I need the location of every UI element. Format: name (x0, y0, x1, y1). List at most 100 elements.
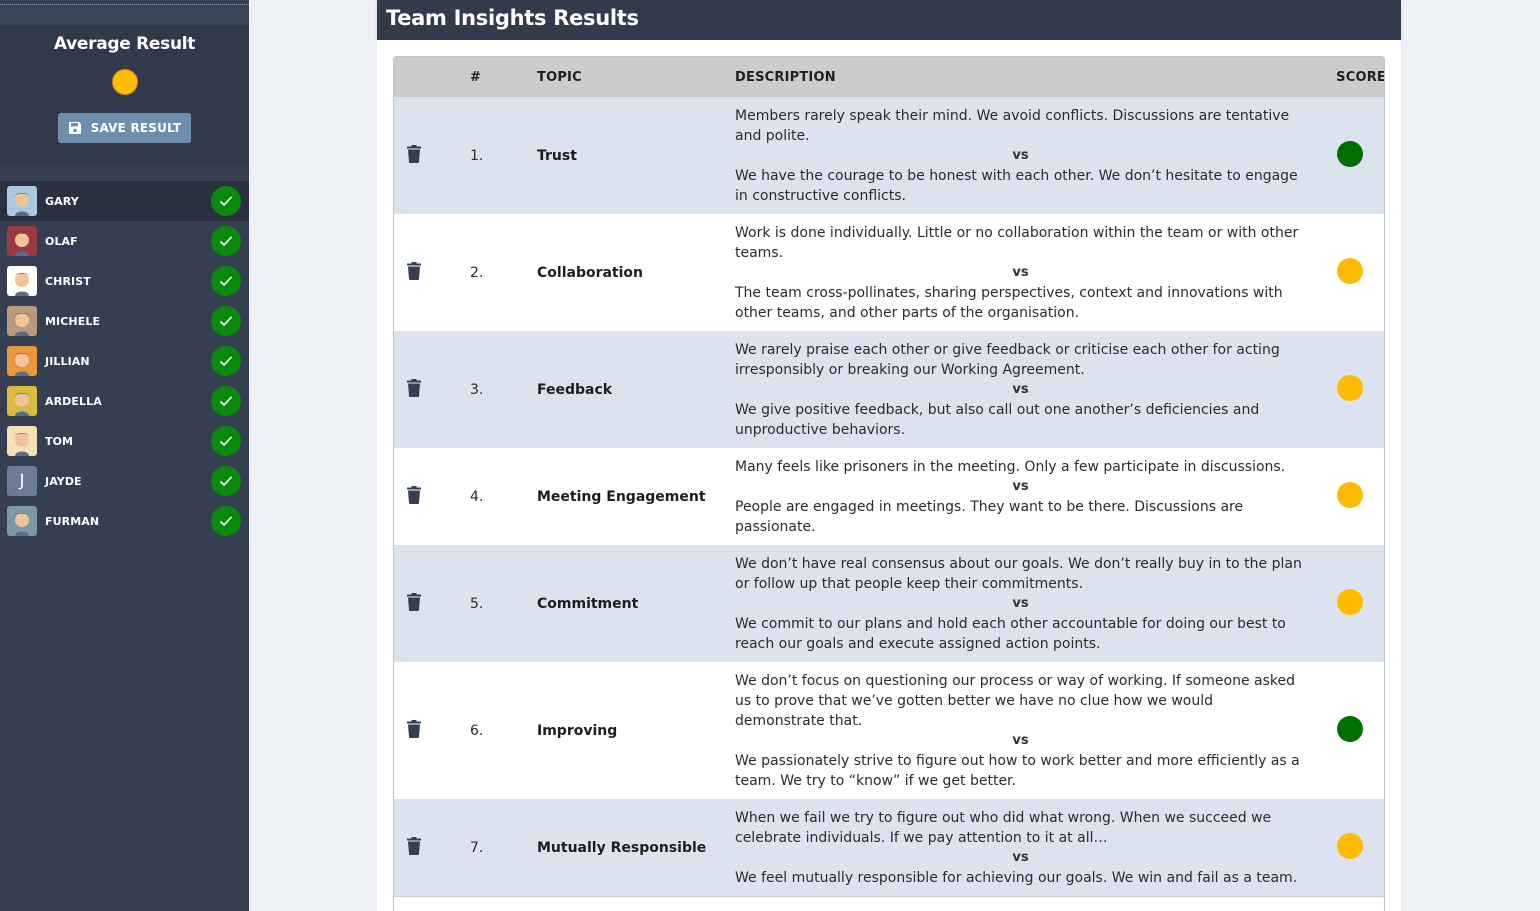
average-result-title: Average Result (53, 34, 196, 54)
partial-row-cell (394, 897, 1384, 911)
score-cell (1314, 799, 1384, 897)
description-positive: We passionately strive to figure out how… (735, 753, 1300, 789)
actions-cell (394, 97, 470, 214)
check-icon (211, 426, 241, 456)
user-name: JAYDE (45, 474, 82, 488)
row-number: 3. (470, 381, 484, 398)
user-item-christ[interactable]: CHRIST (0, 261, 249, 301)
actions-cell (394, 545, 470, 662)
description-positive: The team cross-pollinates, sharing persp… (735, 285, 1283, 321)
user-item-ardella[interactable]: ARDELLA (0, 381, 249, 421)
user-item-jayde[interactable]: J JAYDE (0, 461, 249, 501)
check-icon (211, 226, 241, 256)
description-positive: People are engaged in meetings. They wan… (735, 499, 1244, 535)
user-item-furman[interactable]: FURMAN (0, 501, 249, 541)
table-row: 5. Commitment We don’t have real consensus… (394, 545, 1384, 662)
check-icon (211, 306, 241, 336)
page-title: Team Insights Results (386, 6, 639, 30)
score-header-label: SCORE (1336, 69, 1385, 85)
user-avatar-icon (7, 226, 37, 256)
row-description: Members rarely speak their mind. We avoi… (735, 97, 1314, 214)
description-positive: We give positive feedback, but also call… (735, 402, 1260, 438)
user-avatar-icon (7, 426, 37, 456)
check-icon (211, 346, 241, 376)
score-indicator-yellow (1337, 481, 1363, 508)
user-item-tom[interactable]: TOM (0, 421, 249, 461)
score-indicator-green (1337, 715, 1363, 742)
score-indicator-green (1337, 140, 1363, 167)
vs-label: vs (1012, 382, 1029, 397)
table-row: 7. Mutually Responsible When we fail we tr… (394, 799, 1384, 897)
score-cell (1314, 448, 1384, 545)
results-card: # TOPIC DESCRIPTION SCORE 1. Trust Members… (377, 40, 1401, 911)
row-number: 1. (470, 147, 484, 164)
user-initial-avatar: J (7, 466, 37, 496)
table-row: 6. Improving We don’t focus on questioning… (394, 662, 1384, 799)
column-header-number: # (470, 69, 482, 85)
user-name: ARDELLA (45, 394, 102, 408)
actions-cell (394, 799, 470, 897)
row-topic: Feedback (537, 381, 613, 398)
user-item-jillian[interactable]: JILLIAN (0, 341, 249, 381)
score-cell (1314, 662, 1384, 799)
trash-icon[interactable] (406, 378, 422, 397)
results-table-wrapper: # TOPIC DESCRIPTION SCORE 1. Trust Members… (393, 56, 1385, 911)
user-name: GARY (45, 194, 79, 208)
vs-label: vs (1012, 265, 1029, 280)
trash-icon[interactable] (406, 144, 422, 163)
description-negative: When we fail we try to figure out who di… (735, 810, 1272, 846)
user-name: MICHELE (45, 314, 101, 328)
row-description: We don’t focus on questioning our proces… (735, 662, 1314, 799)
row-topic: Meeting Engagement (537, 488, 706, 505)
score-indicator-yellow (1337, 588, 1363, 615)
trash-icon[interactable] (406, 485, 422, 504)
user-item-michele[interactable]: MICHELE (0, 301, 249, 341)
save-result-button[interactable]: SAVE RESULT (58, 113, 191, 143)
row-number: 4. (470, 488, 484, 505)
description-positive: We feel mutually responsible for achievi… (735, 870, 1298, 886)
row-number: 6. (470, 722, 484, 739)
table-row: 4. Meeting Engagement Many feels like pris… (394, 448, 1384, 545)
user-avatar-icon (7, 186, 37, 216)
description-negative: Many feels like prisoners in the meeting… (735, 459, 1286, 475)
check-icon (211, 466, 241, 496)
vs-label: vs (1012, 148, 1029, 163)
row-topic: Trust (537, 147, 577, 164)
results-table: # TOPIC DESCRIPTION SCORE 1. Trust Members… (394, 57, 1385, 911)
user-item-olaf[interactable]: OLAF (0, 221, 249, 261)
description-negative: We don’t focus on questioning our proces… (735, 673, 1295, 729)
vs-label: vs (1012, 596, 1029, 611)
row-number: 2. (470, 264, 484, 281)
trash-icon[interactable] (406, 592, 422, 611)
description-positive: We commit to our plans and hold each oth… (735, 616, 1286, 652)
column-header-topic: TOPIC (537, 69, 582, 85)
actions-cell (394, 662, 470, 799)
check-icon (211, 506, 241, 536)
row-topic: Improving (537, 722, 618, 739)
trash-icon[interactable] (406, 836, 422, 855)
score-cell (1314, 331, 1384, 448)
save-result-label: SAVE RESULT (90, 121, 182, 135)
average-result-panel: Average Result SAVE RESULT (0, 25, 249, 165)
trash-icon[interactable] (406, 261, 422, 280)
table-row: 2. Collaboration Work is done individually… (394, 214, 1384, 331)
actions-cell (394, 214, 470, 331)
actions-cell (394, 448, 470, 545)
description-negative: Members rarely speak their mind. We avoi… (735, 108, 1290, 144)
user-avatar-icon (7, 506, 37, 536)
trash-icon[interactable] (406, 719, 422, 738)
user-name: CHRIST (45, 274, 91, 288)
user-avatar-icon (7, 266, 37, 296)
user-item-gary[interactable]: GARY (0, 181, 249, 221)
column-header-actions (394, 57, 470, 97)
vs-label: vs (1012, 479, 1029, 494)
user-name: JILLIAN (45, 354, 90, 368)
user-name: TOM (45, 434, 74, 448)
column-header-score: SCORE (1314, 57, 1385, 97)
row-topic: Collaboration (537, 264, 644, 281)
table-body: 1. Trust Members rarely speak their mind. … (394, 97, 1384, 911)
score-cell (1314, 97, 1384, 214)
table-row-partial (394, 896, 1384, 911)
row-description: Many feels like prisoners in the meeting… (735, 448, 1314, 545)
row-description: We don’t have real consensus about our g… (735, 545, 1314, 662)
